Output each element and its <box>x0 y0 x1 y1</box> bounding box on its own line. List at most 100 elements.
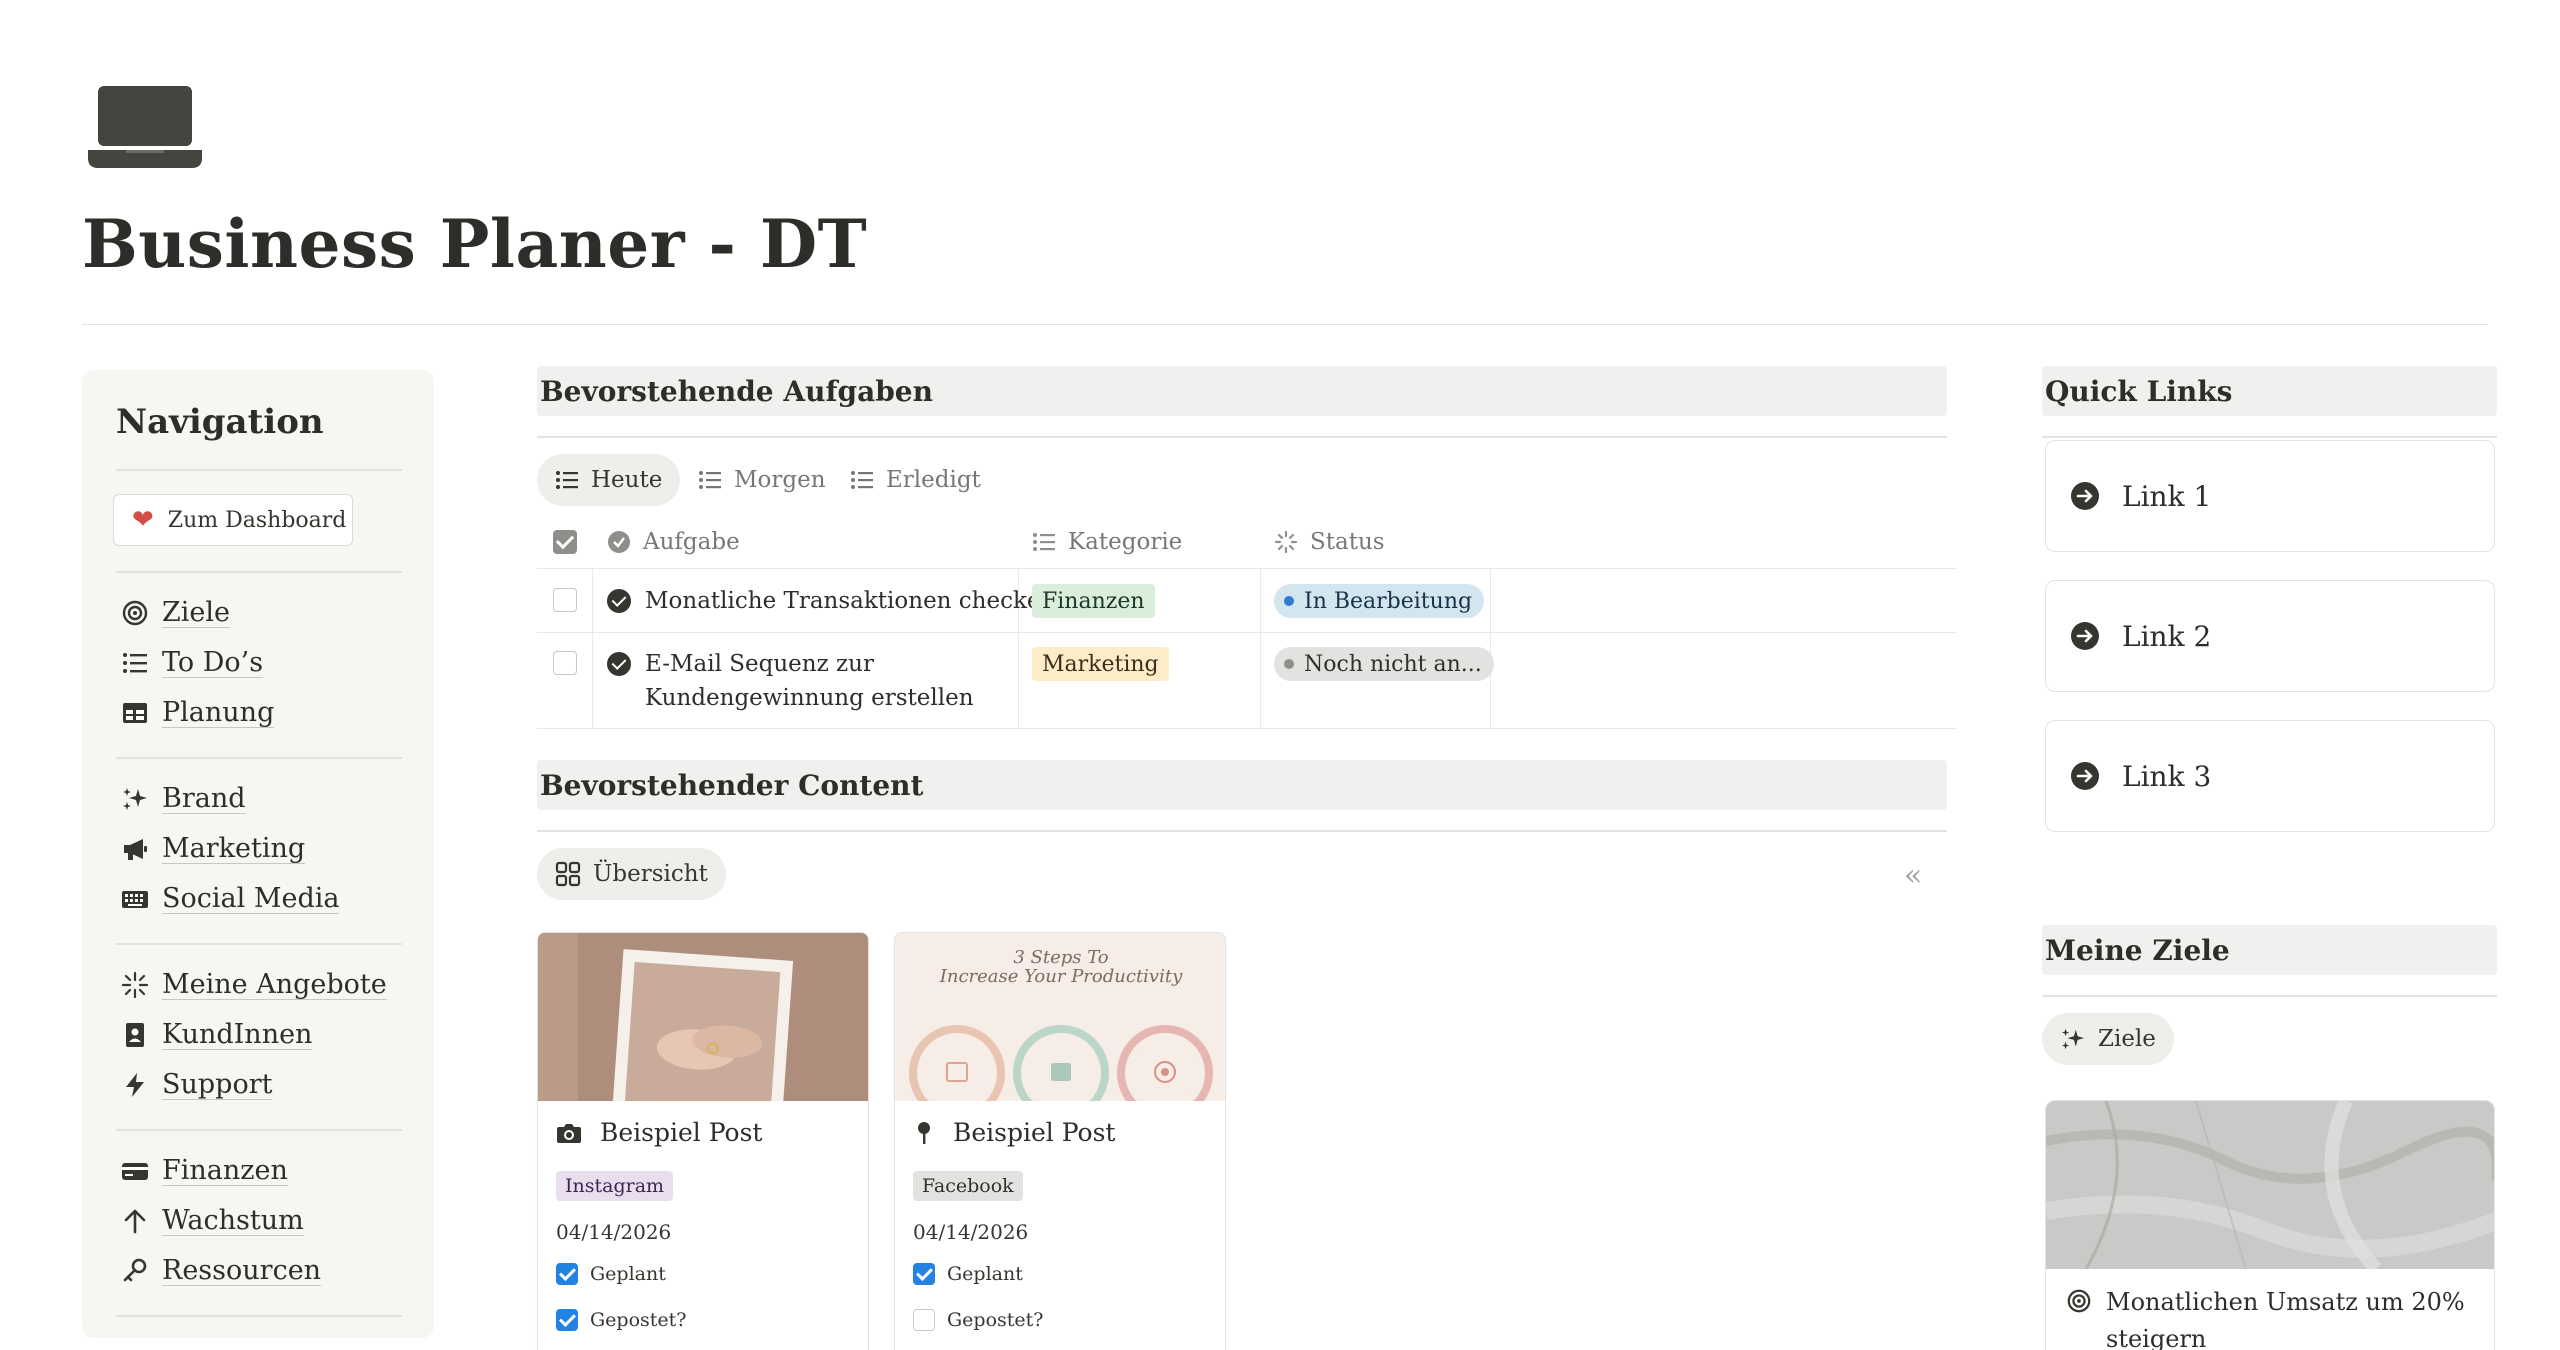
collapse-icon[interactable]: « <box>1904 858 1922 893</box>
row-checkbox[interactable] <box>553 651 577 675</box>
column-header-status[interactable]: Status <box>1274 520 1385 564</box>
nav-item-label: Ressourcen <box>162 1254 322 1287</box>
nav-item-planung[interactable]: Planung <box>120 694 275 732</box>
row-checkbox[interactable] <box>553 588 577 612</box>
status-label: In Bearbeitung <box>1304 588 1473 614</box>
nav-item-support[interactable]: Support <box>120 1066 273 1104</box>
list-icon <box>120 648 150 678</box>
posted-checkbox[interactable] <box>913 1309 935 1331</box>
status-badge[interactable]: Noch nicht an... <box>1274 647 1494 681</box>
nav-item-label: To Do’s <box>162 646 264 679</box>
megaphone-icon <box>120 834 150 864</box>
divider <box>2042 995 2497 997</box>
tab-heute[interactable]: Heute <box>537 454 681 506</box>
post-date: 04/14/2026 <box>913 1220 1029 1244</box>
status-spinner-icon <box>1274 530 1298 554</box>
tab-label: Morgen <box>734 467 826 493</box>
card-title: Beispiel Post <box>913 1118 1115 1147</box>
goal-title-line: steigern <box>2106 1325 2207 1350</box>
caption-line: 3 Steps To <box>1013 947 1109 968</box>
table-divider <box>537 568 1957 569</box>
heart-icon: ❤ <box>132 505 154 535</box>
goal-title-line: Monatlichen Umsatz um 20% <box>2106 1288 2465 1316</box>
content-card[interactable]: 3 Steps To Increase Your Productivity Be… <box>894 932 1226 1350</box>
task-title[interactable]: Monatliche Transaktionen checken <box>645 584 1055 618</box>
tab-morgen[interactable]: Morgen <box>680 454 844 506</box>
nav-item-todos[interactable]: To Do’s <box>120 644 264 682</box>
contact-book-icon <box>120 1020 150 1050</box>
posted-checkbox-row[interactable]: Gepostet? <box>913 1309 1043 1331</box>
nav-item-ziele[interactable]: Ziele <box>120 594 230 632</box>
quick-link-1[interactable]: Link 1 <box>2045 440 2495 552</box>
goals-button[interactable]: Ziele <box>2042 1013 2174 1065</box>
content-header: Bevorstehender Content <box>537 760 1947 810</box>
gallery-icon <box>555 861 581 887</box>
nav-item-label: Meine Angebote <box>162 968 387 1001</box>
select-all-checkbox[interactable] <box>553 530 577 554</box>
marble-cover-image <box>2046 1101 2494 1269</box>
planned-checkbox[interactable] <box>913 1263 935 1285</box>
column-label: Aufgabe <box>643 529 740 555</box>
task-title-line[interactable]: E-Mail Sequenz zur <box>645 647 874 681</box>
laptop-icon[interactable] <box>86 80 204 172</box>
status-dot <box>1284 659 1294 669</box>
tab-erledigt[interactable]: Erledigt <box>832 454 999 506</box>
target-icon <box>2066 1288 2092 1318</box>
task-done-icon[interactable] <box>607 589 631 613</box>
divider <box>537 830 1947 832</box>
column-header-aufgabe[interactable]: Aufgabe <box>607 520 740 564</box>
camera-icon <box>556 1121 582 1145</box>
planned-checkbox-row[interactable]: Geplant <box>913 1263 1023 1285</box>
nav-item-ressourcen[interactable]: Ressourcen <box>120 1252 322 1290</box>
status-badge[interactable]: In Bearbeitung <box>1274 584 1485 618</box>
page-title: Business Planer - DT <box>82 205 868 283</box>
nav-item-label: Planung <box>162 696 275 729</box>
divider <box>116 469 402 471</box>
planned-checkbox[interactable] <box>556 1263 578 1285</box>
posted-label: Gepostet? <box>947 1309 1044 1331</box>
pushpin-icon <box>913 1120 935 1146</box>
sparkle-burst-icon <box>120 970 150 1000</box>
status-dot <box>1284 596 1294 606</box>
category-tag[interactable]: Finanzen <box>1032 584 1155 618</box>
nav-item-kundinnen[interactable]: KundInnen <box>120 1016 313 1054</box>
check-circle-icon <box>607 530 631 554</box>
planned-label: Geplant <box>947 1263 1023 1285</box>
dashboard-button[interactable]: ❤ Zum Dashboard <box>113 494 353 546</box>
post-image <box>538 933 868 1101</box>
list-icon <box>850 469 874 491</box>
nav-item-marketing[interactable]: Marketing <box>120 830 306 868</box>
nav-item-label: Social Media <box>162 882 340 915</box>
list-icon <box>1032 531 1056 553</box>
goals-button-label: Ziele <box>2098 1026 2156 1052</box>
caption-line: Increase Your Productivity <box>939 966 1183 987</box>
quick-link-2[interactable]: Link 2 <box>2045 580 2495 692</box>
divider <box>116 1315 402 1317</box>
tasks-header: Bevorstehende Aufgaben <box>537 366 1947 416</box>
task-done-icon[interactable] <box>607 652 631 676</box>
divider <box>2042 436 2497 438</box>
category-tag[interactable]: Marketing <box>1032 647 1169 681</box>
table-icon <box>120 698 150 728</box>
nav-item-wachstum[interactable]: Wachstum <box>120 1202 304 1240</box>
quick-link-3[interactable]: Link 3 <box>2045 720 2495 832</box>
nav-item-meine-angebote[interactable]: Meine Angebote <box>120 966 387 1004</box>
nav-item-finanzen[interactable]: Finanzen <box>120 1152 288 1190</box>
nav-item-social-media[interactable]: Social Media <box>120 880 340 918</box>
nav-item-label: KundInnen <box>162 1018 313 1051</box>
posted-label: Gepostet? <box>590 1309 687 1331</box>
content-card[interactable]: Beispiel Post Instagram 04/14/2026 Gepla… <box>537 932 869 1350</box>
planned-checkbox-row[interactable]: Geplant <box>556 1263 666 1285</box>
nav-item-brand[interactable]: Brand <box>120 780 246 818</box>
column-header-kategorie[interactable]: Kategorie <box>1032 520 1182 564</box>
posted-checkbox-row[interactable]: Gepostet? <box>556 1309 686 1331</box>
column-label: Kategorie <box>1068 529 1183 555</box>
arrow-circle-icon <box>2070 481 2100 511</box>
goal-card[interactable]: Monatlichen Umsatz um 20% steigern <box>2045 1100 2495 1350</box>
divider <box>116 943 402 945</box>
platform-tag: Instagram <box>556 1171 674 1201</box>
view-overview-tab[interactable]: Übersicht <box>537 848 726 900</box>
key-icon <box>120 1256 150 1286</box>
task-title-line[interactable]: Kundengewinnung erstellen <box>645 681 974 715</box>
posted-checkbox[interactable] <box>556 1309 578 1331</box>
